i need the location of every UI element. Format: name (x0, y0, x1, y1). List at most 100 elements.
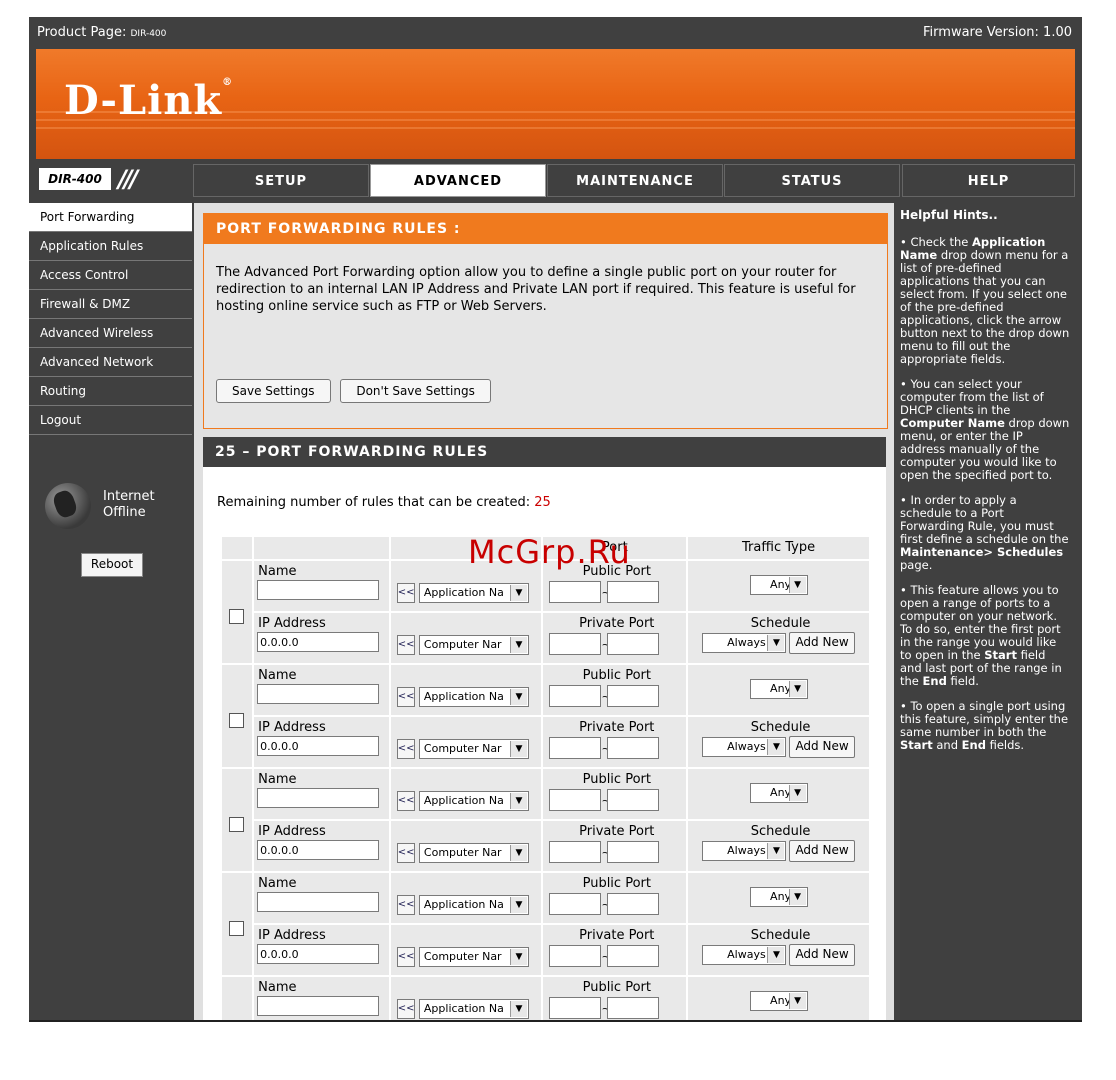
public-port-label: Public Port (582, 980, 651, 995)
port-start-input[interactable] (549, 789, 602, 811)
rule-name-input[interactable] (257, 580, 380, 600)
reboot-button[interactable]: Reboot (81, 553, 143, 577)
application-name-select[interactable]: Application Na ▼ (418, 895, 529, 915)
computer-name-select[interactable]: Computer Nar ▼ (418, 739, 529, 759)
tab-status[interactable]: STATUS (724, 164, 900, 197)
schedule-label: Schedule (750, 720, 811, 735)
dropdown-arrow-icon: ▼ (788, 577, 806, 593)
application-name-select[interactable]: Application Na ▼ (418, 999, 529, 1019)
sidebar-item-advanced-wireless[interactable]: Advanced Wireless (29, 319, 192, 348)
rule-row-name: Name << Application Na ▼ Public Port ~ Any ▼ (222, 769, 869, 871)
rule-name-input[interactable] (257, 892, 380, 912)
application-name-select[interactable]: Application Na ▼ (418, 791, 529, 811)
add-new-schedule-button[interactable]: Add New (789, 944, 855, 966)
add-new-schedule-button[interactable]: Add New (789, 736, 855, 758)
computer-name-select[interactable]: Computer Nar ▼ (418, 635, 529, 655)
tab-maintenance[interactable]: MAINTENANCE (547, 164, 723, 197)
port-start-input[interactable] (549, 997, 602, 1019)
add-new-schedule-button[interactable]: Add New (789, 840, 855, 862)
port-start-input[interactable] (549, 737, 602, 759)
port-end-input[interactable] (607, 685, 660, 707)
computer-name-select[interactable]: Computer Nar ▼ (418, 843, 529, 863)
rule-row-name: Name << Application Na ▼ Public Port ~ Any ▼ (222, 665, 869, 767)
sidebar-item-firewall-dmz[interactable]: Firewall & DMZ (29, 290, 192, 319)
add-new-schedule-button[interactable]: Add New (789, 632, 855, 654)
sidebar-item-logout[interactable]: Logout (29, 406, 192, 435)
rule-enable-checkbox[interactable] (229, 921, 244, 936)
traffic-type-select[interactable]: Any ▼ (749, 575, 808, 595)
name-label: Name (258, 772, 297, 787)
port-start-input[interactable] (549, 841, 602, 863)
rule-name-input[interactable] (257, 684, 380, 704)
fill-name-arrow-button[interactable]: << (396, 791, 415, 811)
fill-name-arrow-button[interactable]: << (396, 999, 415, 1019)
private-port-range: ~ (549, 737, 686, 759)
model-label: DIR-400 (39, 168, 111, 190)
port-start-input[interactable] (549, 581, 602, 603)
dropdown-arrow-icon: ▼ (767, 635, 785, 651)
fill-name-arrow-button[interactable]: << (396, 687, 415, 707)
port-end-input[interactable] (607, 997, 660, 1019)
ip-address-label: IP Address (258, 720, 326, 735)
hint-application-name: • Check the Application Name drop down m… (900, 235, 1070, 366)
ip-address-input[interactable] (257, 736, 380, 756)
rule-name-input[interactable] (257, 996, 380, 1016)
private-port-range: ~ (549, 633, 686, 655)
fill-ip-arrow-button[interactable]: << (396, 739, 415, 759)
rule-enable-checkbox[interactable] (229, 609, 244, 624)
rule-checkbox-cell (222, 873, 253, 975)
rule-checkbox-cell (222, 977, 253, 1020)
port-start-input[interactable] (549, 685, 602, 707)
port-end-input[interactable] (607, 581, 660, 603)
port-start-input[interactable] (549, 893, 602, 915)
schedule-select[interactable]: Always ▼ (702, 633, 787, 653)
fill-name-arrow-button[interactable]: << (396, 583, 415, 603)
fill-name-arrow-button[interactable]: << (396, 895, 415, 915)
save-settings-button[interactable]: Save Settings (216, 379, 331, 403)
internet-status-text: Internet Offline (103, 489, 155, 520)
port-end-input[interactable] (607, 841, 660, 863)
application-name-select[interactable]: Application Na ▼ (418, 583, 529, 603)
rule-enable-checkbox[interactable] (229, 713, 244, 728)
fill-ip-arrow-button[interactable]: << (396, 947, 415, 967)
tab-help[interactable]: HELP (902, 164, 1075, 197)
dont-save-settings-button[interactable]: Don't Save Settings (340, 379, 491, 403)
port-end-input[interactable] (607, 945, 660, 967)
schedule-select[interactable]: Always ▼ (702, 945, 787, 965)
port-start-input[interactable] (549, 945, 602, 967)
port-start-input[interactable] (549, 633, 602, 655)
fill-ip-arrow-button[interactable]: << (396, 635, 415, 655)
sidebar-item-advanced-network[interactable]: Advanced Network (29, 348, 192, 377)
fill-ip-arrow-button[interactable]: << (396, 843, 415, 863)
public-port-range: ~ (549, 581, 686, 603)
schedule-select[interactable]: Always ▼ (702, 841, 787, 861)
tab-setup[interactable]: SETUP (193, 164, 369, 197)
port-end-input[interactable] (607, 737, 660, 759)
ip-address-input[interactable] (257, 840, 380, 860)
public-port-label: Public Port (582, 668, 651, 683)
port-end-input[interactable] (607, 789, 660, 811)
sidebar-item-port-forwarding[interactable]: Port Forwarding (29, 203, 192, 232)
ip-address-input[interactable] (257, 632, 380, 652)
sidebar-item-access-control[interactable]: Access Control (29, 261, 192, 290)
traffic-type-select[interactable]: Any ▼ (749, 887, 808, 907)
rule-name-input[interactable] (257, 788, 380, 808)
traffic-type-select[interactable]: Any ▼ (749, 679, 808, 699)
remaining-count: 25 (534, 495, 551, 510)
private-port-label: Private Port (579, 616, 655, 631)
ip-address-input[interactable] (257, 944, 380, 964)
traffic-type-select[interactable]: Any ▼ (749, 783, 808, 803)
rule-enable-checkbox[interactable] (229, 817, 244, 832)
tab-advanced[interactable]: ADVANCED (370, 164, 546, 197)
schedule-select[interactable]: Always ▼ (702, 737, 787, 757)
application-name-select[interactable]: Application Na ▼ (418, 687, 529, 707)
port-end-input[interactable] (607, 893, 660, 915)
port-end-input[interactable] (607, 633, 660, 655)
computer-name-select[interactable]: Computer Nar ▼ (418, 947, 529, 967)
rule-checkbox-cell (222, 561, 253, 663)
sidebar-item-routing[interactable]: Routing (29, 377, 192, 406)
traffic-type-select[interactable]: Any ▼ (749, 991, 808, 1011)
main-content: PORT FORWARDING RULES : The Advanced Por… (194, 203, 894, 1020)
sidebar-item-application-rules[interactable]: Application Rules (29, 232, 192, 261)
schedule-label: Schedule (750, 616, 811, 631)
